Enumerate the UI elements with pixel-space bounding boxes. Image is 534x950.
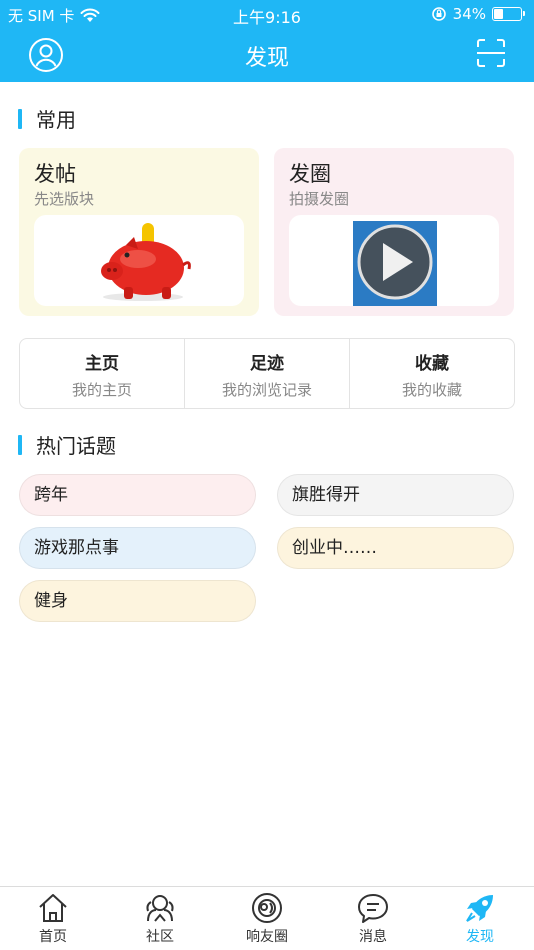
topic-tag[interactable]: 健身 xyxy=(19,580,256,622)
topic-tag[interactable]: 跨年 xyxy=(19,474,256,516)
status-right: 34% xyxy=(431,5,525,23)
quick-link-title: 足迹 xyxy=(250,354,284,374)
quick-link-history[interactable]: 足迹 我的浏览记录 xyxy=(185,339,350,408)
tab-home[interactable]: 首页 xyxy=(13,891,93,946)
quick-link-subtitle: 我的浏览记录 xyxy=(221,381,312,399)
tab-label: 社区 xyxy=(146,929,174,945)
community-icon xyxy=(146,895,174,922)
tab-label: 首页 xyxy=(39,929,67,945)
tab-label: 发现 xyxy=(466,929,494,945)
tab-label: 响友圈 xyxy=(246,929,288,945)
topic-tag[interactable]: 游戏那点事 xyxy=(19,527,256,569)
play-video-image xyxy=(289,215,499,306)
post-card-subtitle: 先选版块 xyxy=(34,190,95,208)
section-hot-topics: 热门话题 xyxy=(18,430,116,459)
header: 无 SIM 卡 上午9:16 34% 发现 xyxy=(0,0,534,82)
quick-link-subtitle: 我的收藏 xyxy=(401,381,462,399)
battery-percent: 34% xyxy=(452,5,486,23)
post-card[interactable]: 发帖 先选版块 xyxy=(19,148,259,316)
tab-bar: 首页 社区 响友圈 消息 发现 xyxy=(0,886,534,950)
section-accent-bar xyxy=(18,434,22,455)
section-common-title: 常用 xyxy=(36,108,76,132)
quick-link-title: 主页 xyxy=(85,354,119,374)
piggy-bank-icon xyxy=(101,223,191,301)
section-accent-bar xyxy=(18,108,22,129)
section-hot-topics-title: 热门话题 xyxy=(36,434,116,458)
play-icon xyxy=(353,221,437,306)
tab-discover[interactable]: 发现 xyxy=(440,891,520,946)
battery-fill xyxy=(494,9,503,19)
status-bar: 无 SIM 卡 上午9:16 34% xyxy=(0,0,534,28)
page-title: 发现 xyxy=(244,46,289,71)
section-common: 常用 xyxy=(18,104,76,133)
quick-link-home[interactable]: 主页 我的主页 xyxy=(20,339,185,408)
moment-card-subtitle: 拍摄发圈 xyxy=(289,190,350,208)
tab-community[interactable]: 社区 xyxy=(120,891,200,946)
battery-icon xyxy=(492,7,525,21)
home-icon xyxy=(39,894,67,922)
quick-links: 主页 我的主页 足迹 我的浏览记录 收藏 我的收藏 xyxy=(19,338,515,409)
quick-link-subtitle: 我的主页 xyxy=(71,381,132,399)
moment-card[interactable]: 发圈 拍摄发圈 xyxy=(274,148,514,316)
topic-tag[interactable]: 创业中…… xyxy=(277,527,514,569)
tab-messages[interactable]: 消息 xyxy=(333,891,413,946)
friends-circle-icon xyxy=(252,893,282,923)
post-card-title: 发帖 xyxy=(34,162,76,186)
message-icon xyxy=(358,894,388,923)
navbar: 发现 xyxy=(0,28,534,82)
quick-link-favorites[interactable]: 收藏 我的收藏 xyxy=(350,339,514,408)
scan-icon[interactable] xyxy=(476,38,506,68)
tab-friends-circle[interactable]: 响友圈 xyxy=(227,891,307,946)
moment-card-title: 发圈 xyxy=(289,162,331,186)
tab-label: 消息 xyxy=(359,929,387,945)
rocket-icon xyxy=(466,895,493,922)
quick-link-title: 收藏 xyxy=(415,354,449,374)
orientation-lock-icon xyxy=(431,7,446,21)
piggy-bank-image xyxy=(34,215,244,306)
topic-tag[interactable]: 旗胜得开 xyxy=(277,474,514,516)
